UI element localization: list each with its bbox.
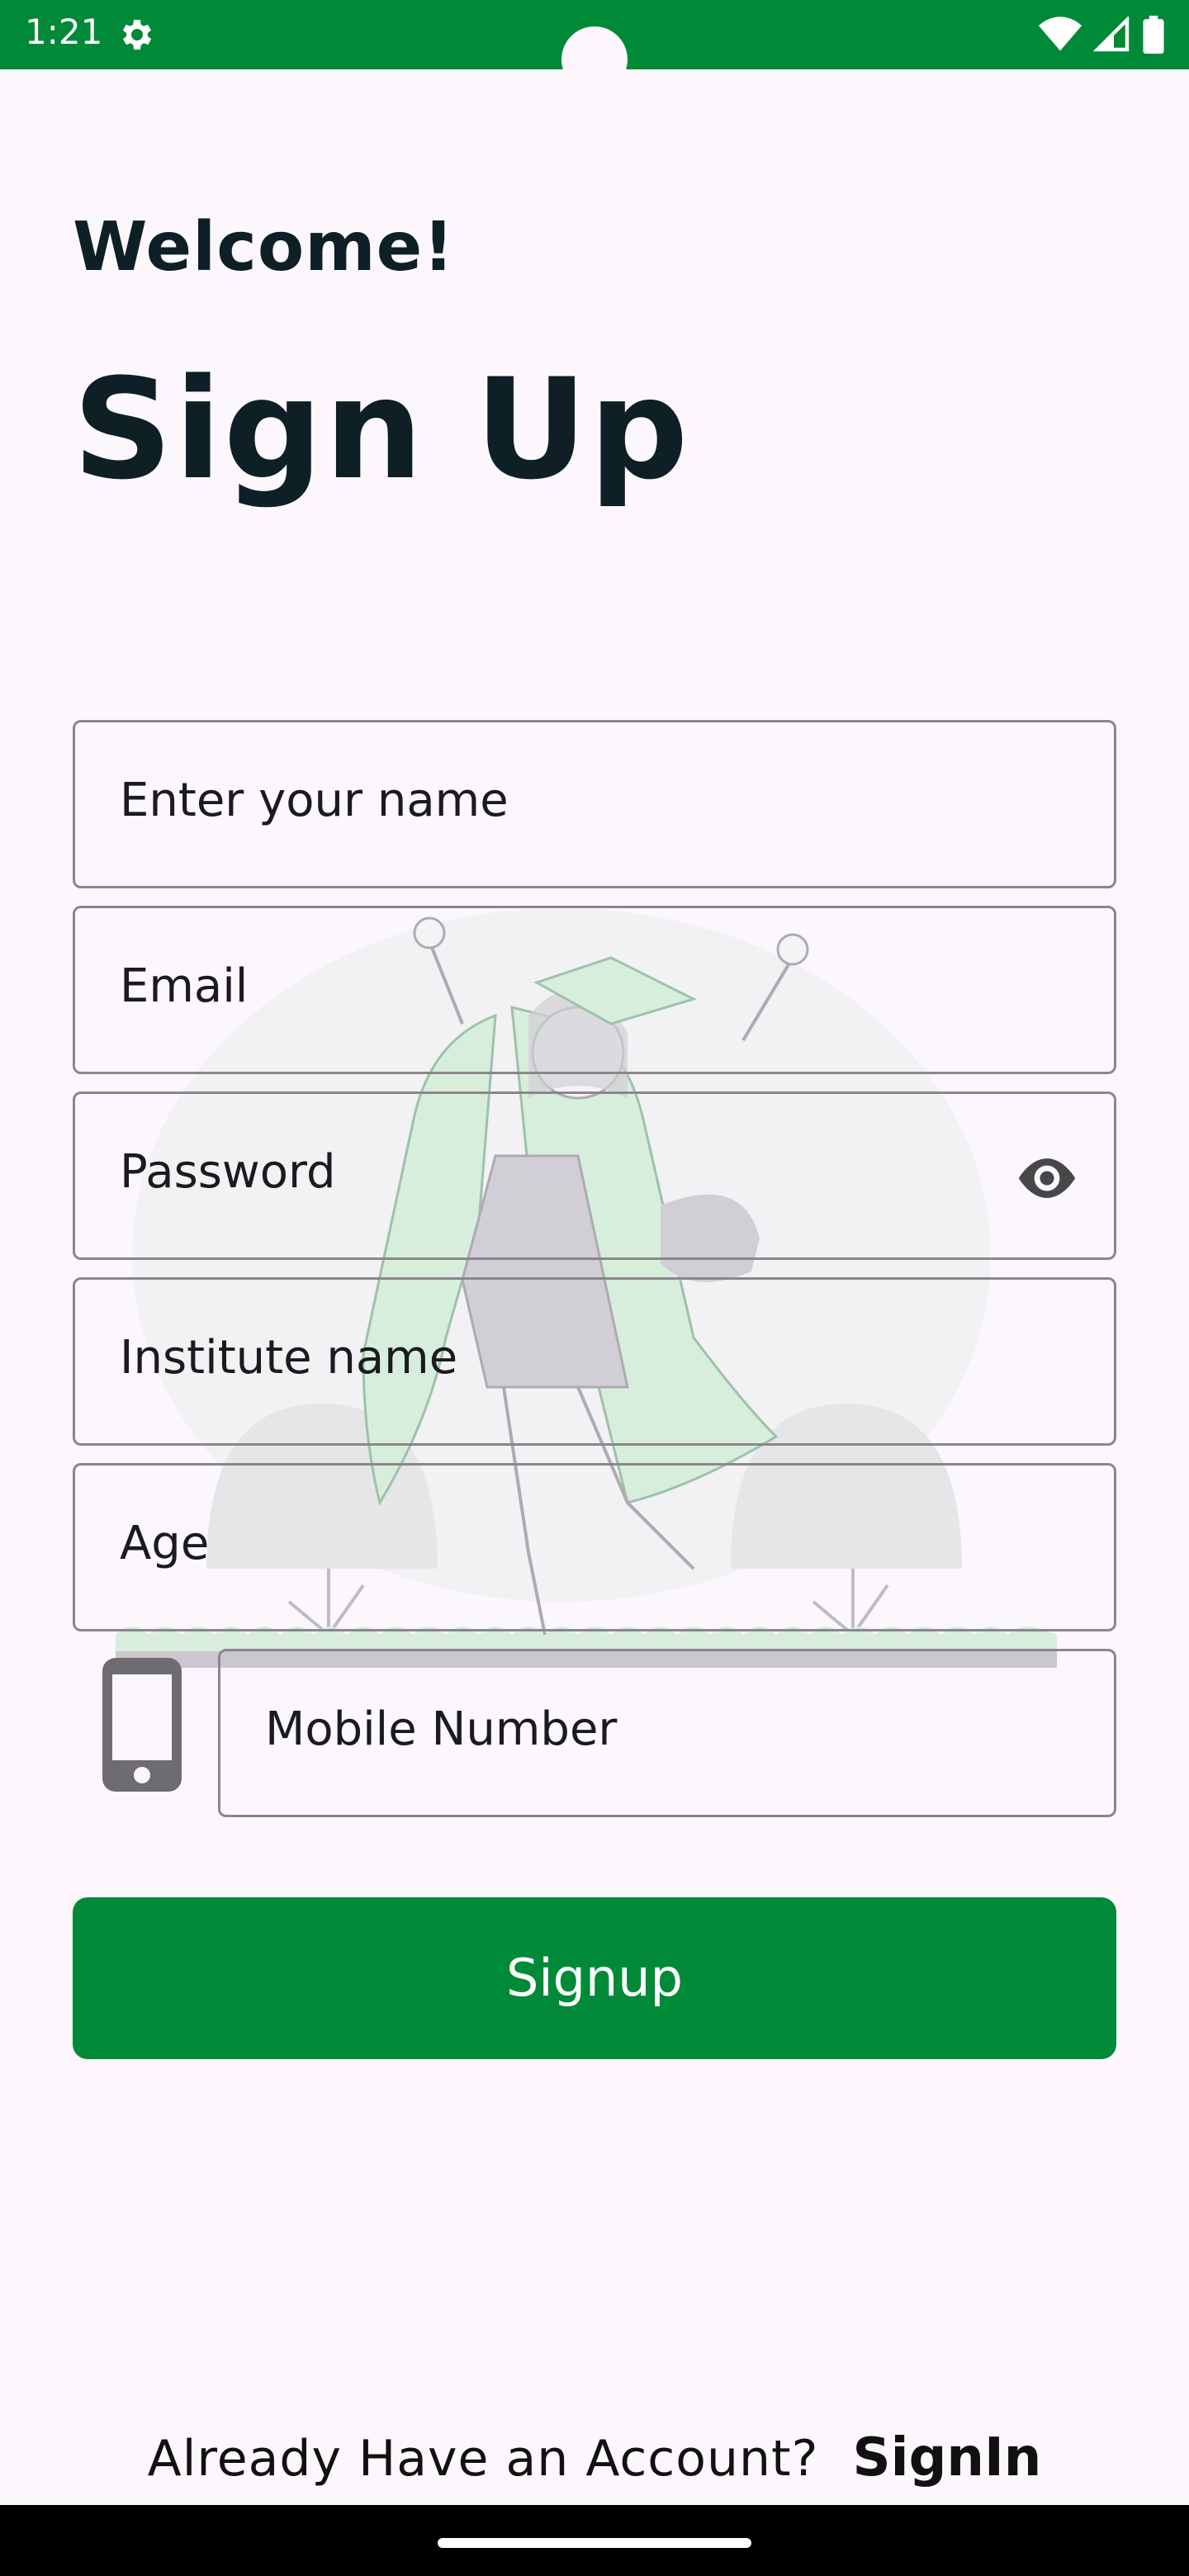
phone-icon bbox=[102, 1658, 182, 1792]
page-title: Sign Up bbox=[73, 348, 690, 510]
age-placeholder: Age bbox=[120, 1517, 210, 1570]
password-placeholder: Password bbox=[120, 1145, 336, 1199]
name-placeholder: Enter your name bbox=[120, 774, 509, 827]
camera-cutout bbox=[561, 26, 628, 92]
email-field[interactable]: Email bbox=[73, 906, 1116, 1074]
signal-icon bbox=[1093, 17, 1130, 52]
mobile-placeholder: Mobile Number bbox=[265, 1702, 618, 1756]
wifi-icon bbox=[1039, 17, 1082, 51]
welcome-heading: Welcome! bbox=[73, 208, 455, 286]
age-field[interactable]: Age bbox=[73, 1463, 1116, 1631]
system-icons bbox=[1039, 13, 1164, 56]
email-placeholder: Email bbox=[120, 959, 249, 1013]
mobile-field[interactable]: Mobile Number bbox=[218, 1649, 1116, 1817]
signin-prompt: Already Have an Account? SignIn bbox=[0, 2427, 1189, 2502]
eye-icon[interactable] bbox=[1013, 1148, 1081, 1208]
battery-icon bbox=[1143, 16, 1164, 54]
password-field[interactable]: Password bbox=[73, 1091, 1116, 1260]
navigation-bar bbox=[0, 2505, 1189, 2576]
name-field[interactable]: Enter your name bbox=[73, 720, 1116, 888]
status-bar: 1:21 bbox=[0, 0, 1189, 92]
signup-button[interactable]: Signup bbox=[73, 1897, 1116, 2059]
gear-icon bbox=[122, 20, 152, 50]
institute-placeholder: Institute name bbox=[120, 1331, 458, 1385]
institute-field[interactable]: Institute name bbox=[73, 1277, 1116, 1446]
home-gesture-handle[interactable] bbox=[438, 2538, 751, 2548]
signin-question: Already Have an Account? bbox=[147, 2430, 819, 2488]
status-time: 1:21 bbox=[25, 12, 103, 52]
signin-link[interactable]: SignIn bbox=[853, 2427, 1042, 2488]
